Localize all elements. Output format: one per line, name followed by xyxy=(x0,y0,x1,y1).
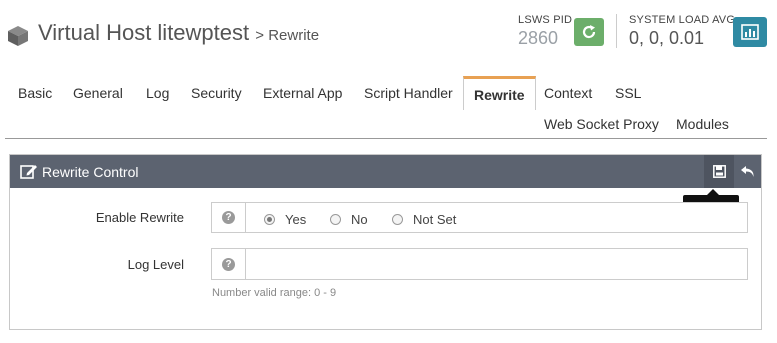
help-cell: ? xyxy=(212,249,246,279)
pid-label: LSWS PID xyxy=(518,14,573,26)
tab-external-app[interactable]: External App xyxy=(263,85,342,101)
tab-modules[interactable]: Modules xyxy=(676,116,729,132)
tab-context[interactable]: Context xyxy=(544,85,592,101)
panel-header: Rewrite Control xyxy=(10,155,761,188)
log-level-hint: Number valid range: 0 - 9 xyxy=(212,287,337,299)
tab-security[interactable]: Security xyxy=(191,85,242,101)
tab-divider xyxy=(5,138,767,139)
header-divider xyxy=(616,14,617,48)
page-title: Virtual Host litewptest > Rewrite xyxy=(38,20,319,46)
load-chart-button[interactable] xyxy=(733,17,767,47)
restart-icon xyxy=(582,25,596,39)
enable-rewrite-label: Enable Rewrite xyxy=(95,210,184,225)
page-header: Virtual Host litewptest > Rewrite LSWS P… xyxy=(0,0,777,70)
radio-yes[interactable]: Yes xyxy=(264,212,306,227)
radio-not-set-circle[interactable] xyxy=(392,214,403,225)
page-title-main: Virtual Host litewptest xyxy=(38,20,250,45)
load-value: 0, 0, 0.01 xyxy=(629,28,705,48)
radio-not-set[interactable]: Not Set xyxy=(392,212,456,227)
tab-general[interactable]: General xyxy=(73,85,123,101)
help-icon[interactable]: ? xyxy=(222,211,235,224)
chart-icon xyxy=(741,24,759,40)
tab-ssl[interactable]: SSL xyxy=(615,85,641,101)
rewrite-control-panel: Rewrite Control xyxy=(9,154,762,330)
tab-bar: Basic General Log Security External App … xyxy=(0,76,777,140)
edit-icon xyxy=(20,165,37,179)
radio-not-set-label: Not Set xyxy=(413,212,457,227)
breadcrumb: > Rewrite xyxy=(255,27,320,44)
tab-basic[interactable]: Basic xyxy=(18,85,52,101)
tab-script-handler[interactable]: Script Handler xyxy=(364,85,453,101)
save-icon xyxy=(712,165,726,178)
radio-no-label: No xyxy=(351,212,368,227)
tab-log[interactable]: Log xyxy=(146,85,169,101)
radio-yes-label: Yes xyxy=(285,212,307,227)
panel-title: Rewrite Control xyxy=(42,164,139,180)
tab-web-socket-proxy[interactable]: Web Socket Proxy xyxy=(544,116,659,132)
tab-rewrite[interactable]: Rewrite xyxy=(463,76,536,110)
load-label: SYSTEM LOAD AVG xyxy=(629,14,736,26)
undo-button[interactable] xyxy=(734,155,762,188)
log-level-label: Log Level xyxy=(127,257,184,272)
help-icon[interactable]: ? xyxy=(222,257,235,271)
log-level-input[interactable] xyxy=(247,249,747,279)
pid-value: 2860 xyxy=(518,28,559,48)
radio-no-circle[interactable] xyxy=(330,214,341,225)
help-cell: ? xyxy=(212,203,246,232)
restart-button[interactable] xyxy=(574,18,604,46)
log-level-field: ? xyxy=(211,248,748,280)
enable-rewrite-field: ? Yes No Not Set xyxy=(211,202,748,233)
undo-icon xyxy=(741,165,754,177)
radio-no[interactable]: No xyxy=(330,212,368,227)
save-button[interactable] xyxy=(704,155,734,188)
cube-icon xyxy=(8,26,28,46)
radio-yes-circle[interactable] xyxy=(264,214,275,225)
